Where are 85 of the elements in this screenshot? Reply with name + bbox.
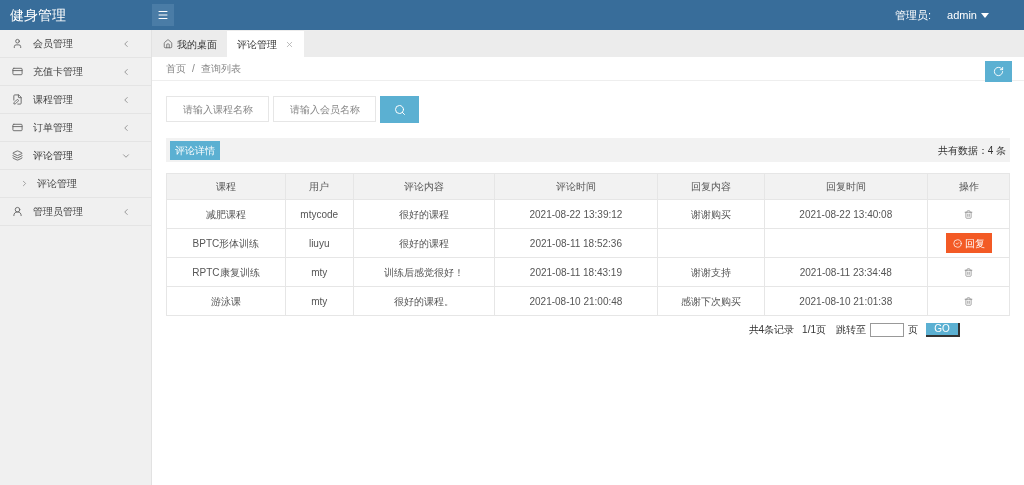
sidebar-label: 充值卡管理	[33, 65, 84, 79]
caret-icon	[981, 12, 989, 18]
table-cell: 2021-08-22 13:39:12	[494, 199, 658, 229]
sidebar-label: 订单管理	[33, 121, 74, 135]
card-icon	[12, 66, 23, 77]
chevron-left-icon	[121, 122, 131, 133]
delete-icon[interactable]	[964, 210, 974, 220]
table-cell: 2021-08-22 13:40:08	[764, 199, 928, 229]
chevron-left-icon	[121, 206, 131, 217]
table-cell: mty	[285, 257, 353, 287]
table-cell: 2021-08-10 21:00:48	[494, 286, 658, 316]
breadcrumb-item[interactable]: 首页	[166, 61, 186, 76]
submenu-label: 评论管理	[37, 177, 77, 191]
close-icon[interactable]	[285, 39, 294, 49]
submenu-item[interactable]: 评论管理	[0, 170, 151, 198]
sidebar-item[interactable]: 订单管理	[0, 114, 151, 142]
app-title: 健身管理	[10, 7, 66, 23]
table-cell: 谢谢购买	[657, 199, 764, 229]
layers-icon	[12, 150, 23, 161]
table-cell: RPTC康复训练	[166, 257, 286, 287]
admin-menu[interactable]: admin	[947, 6, 989, 24]
search-icon	[393, 103, 406, 116]
delete-icon[interactable]	[964, 297, 974, 307]
sidebar-item[interactable]: 充值卡管理	[0, 58, 151, 86]
chevron-left-icon	[121, 66, 131, 77]
search-button[interactable]	[380, 96, 419, 123]
search-field[interactable]: 请输入会员名称	[273, 96, 376, 122]
column-header: 回复内容	[657, 173, 764, 200]
total-count: 共有数据：4 条	[937, 143, 1006, 158]
menu-button[interactable]	[152, 4, 174, 26]
search-field[interactable]: 请输入课程名称	[166, 96, 269, 122]
table-cell: 很好的课程	[353, 199, 495, 229]
page-unit: 页	[908, 323, 918, 337]
table-cell: 减肥课程	[166, 199, 286, 229]
card-icon	[12, 122, 23, 133]
chevron-right-icon	[20, 179, 29, 188]
sidebar-label: 会员管理	[33, 37, 74, 51]
chevron-left-icon	[121, 94, 131, 105]
jump-label: 跳转至	[836, 323, 866, 337]
sidebar-item[interactable]: 课程管理	[0, 86, 151, 114]
sidebar-item[interactable]: 会员管理	[0, 30, 151, 58]
table-cell: mty	[285, 286, 353, 316]
sidebar-item[interactable]: 评论管理	[0, 142, 151, 170]
page-count: 1/1页	[802, 323, 826, 337]
sidebar-item[interactable]: 管理员管理	[0, 198, 151, 226]
table-cell: 谢谢支持	[657, 257, 764, 287]
column-header: 用户	[285, 173, 353, 200]
edit-icon	[12, 94, 23, 105]
table-cell: 游泳课	[166, 286, 286, 316]
column-header: 回复时间	[764, 173, 928, 200]
breadcrumb-item[interactable]: 查询列表	[200, 61, 241, 76]
table-cell: mtycode	[285, 199, 353, 229]
breadcrumb-separator: /	[192, 62, 195, 76]
tab[interactable]: 评论管理	[227, 31, 304, 57]
column-header: 评论内容	[353, 173, 495, 200]
table-cell: 很好的课程。	[353, 286, 495, 316]
table-cell: 2021-08-11 18:43:19	[494, 257, 658, 287]
tab-label: 我的桌面	[177, 37, 217, 52]
table-cell: 2021-08-11 18:52:36	[494, 228, 658, 258]
delete-icon[interactable]	[964, 268, 974, 278]
admin-label: 管理员:	[894, 7, 932, 23]
menu-icon	[157, 9, 169, 21]
page-input[interactable]	[870, 322, 904, 337]
column-header: 评论时间	[494, 173, 658, 200]
refresh-icon	[993, 66, 1004, 77]
table-cell: 2021-08-11 23:34:48	[764, 257, 928, 287]
person-icon	[12, 206, 23, 217]
chevron-left-icon	[121, 38, 131, 49]
table-cell: 训练后感觉很好！	[353, 257, 495, 287]
check-circle-icon	[952, 238, 962, 248]
table-cell: BPTC形体训练	[166, 228, 286, 258]
table-cell: liuyu	[285, 228, 353, 258]
refresh-button[interactable]	[985, 61, 1012, 82]
sidebar-label: 课程管理	[33, 93, 74, 107]
user-icon	[12, 38, 23, 49]
table-cell: 2021-08-10 21:01:38	[764, 286, 928, 316]
sidebar-label: 管理员管理	[33, 205, 84, 219]
table-cell: 很好的课程	[353, 228, 495, 258]
tab-label: 评论管理	[237, 37, 277, 52]
record-count: 共4条记录	[748, 323, 795, 337]
sidebar-label: 评论管理	[33, 149, 74, 163]
home-icon	[163, 39, 173, 49]
column-header: 操作	[927, 173, 1010, 200]
table-cell: 感谢下次购买	[657, 286, 764, 316]
column-header: 课程	[166, 173, 286, 200]
